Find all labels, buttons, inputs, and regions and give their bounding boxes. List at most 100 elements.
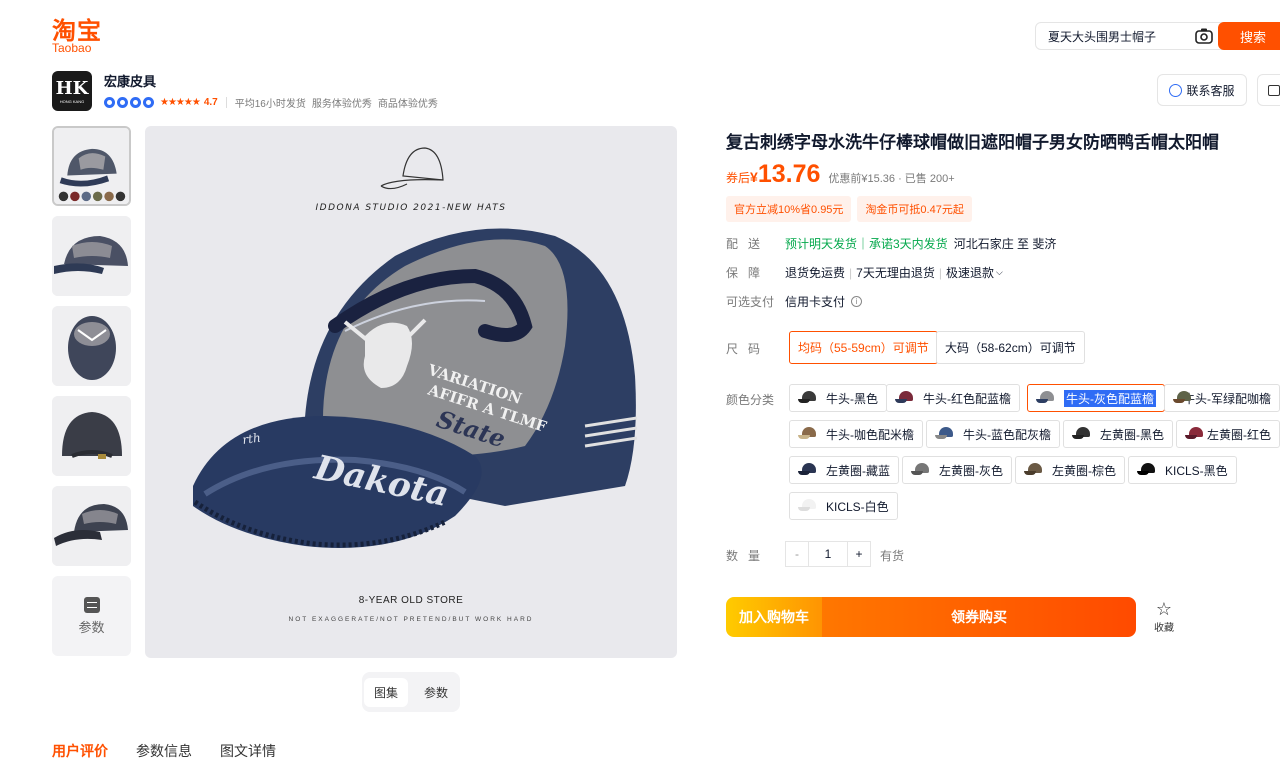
image-slogan-line: NOT EXAGGERATE/NOT PRETEND/BUT WORK HARD xyxy=(288,616,534,623)
star-icon: ☆ xyxy=(1155,599,1173,619)
size-label-row: 尺码 xyxy=(726,340,785,357)
color-label: 颜色分类 xyxy=(726,393,775,407)
chevron-down-icon[interactable]: ⌵ xyxy=(996,267,1003,278)
shop-meta: ★★★★★ 4.7 平均16小时发货 服务体验优秀 商品体验优秀 xyxy=(104,95,444,110)
taobao-logo[interactable]: 淘宝 Taobao xyxy=(52,18,112,54)
search-bar: 搜索 xyxy=(1035,22,1280,50)
detail-tabs: 用户评价 参数信息 图文详情 xyxy=(52,741,276,761)
delivery-row: 配送 预计明天发货｜承诺3天内发货 河北石家庄 至 斐济 xyxy=(726,235,1056,252)
shop-logo[interactable]: HK HONG KANG xyxy=(52,71,92,111)
color-option-label: KICLS-黑色 xyxy=(1165,463,1228,478)
coupon-badge[interactable]: 淘金币可抵0.47元起 xyxy=(857,196,972,222)
hat-thumb-icon xyxy=(798,498,820,514)
contact-service-button[interactable]: 联系客服 xyxy=(1157,74,1247,106)
color-option[interactable]: 牛头-蓝色配灰檐 xyxy=(926,420,1060,448)
tab-gallery[interactable]: 图集 xyxy=(363,677,408,707)
color-option[interactable]: 左黄圈-黑色 xyxy=(1063,420,1173,448)
coupon-badge[interactable]: 官方立减10%省0.95元 xyxy=(726,196,852,222)
guarantee-item[interactable]: 极速退款 xyxy=(946,264,994,281)
shop-rating: 4.7 xyxy=(203,97,218,108)
info-icon[interactable]: i xyxy=(851,296,863,307)
color-option[interactable]: 左黄圈-红色 xyxy=(1176,420,1280,448)
color-option-label: 牛头-灰色配蓝檐 xyxy=(1064,389,1156,407)
color-option[interactable]: KICLS-白色 xyxy=(789,492,898,520)
thumbnail-3[interactable] xyxy=(52,306,131,386)
payment-label: 可选支付 xyxy=(726,295,775,309)
price-prefix: 券后 xyxy=(726,171,751,185)
stock-status: 有货 xyxy=(880,549,905,563)
color-option-label: KICLS-白色 xyxy=(826,499,889,514)
camera-icon[interactable] xyxy=(1194,27,1214,45)
hat-thumb-icon xyxy=(1173,390,1191,406)
color-option-label: 牛头-军绿配咖檐 xyxy=(1183,391,1271,406)
shop-more-button[interactable] xyxy=(1257,74,1280,106)
color-option-label: 左黄圈-灰色 xyxy=(939,463,1003,478)
color-option-label: 左黄圈-黑色 xyxy=(1100,427,1164,442)
color-option[interactable]: 左黄圈-棕色 xyxy=(1015,456,1125,484)
search-input[interactable] xyxy=(1048,29,1198,43)
favorite-button[interactable]: ☆ 收藏 xyxy=(1153,599,1175,634)
buy-with-coupon-button[interactable]: 领券购买 xyxy=(822,597,1136,637)
quantity-label: 数量 xyxy=(726,549,771,563)
params-thumbnail[interactable]: 参数 xyxy=(52,576,131,656)
color-option-label: 牛头-红色配蓝檐 xyxy=(923,391,1011,406)
color-option[interactable]: 牛头-咖色配米檐 xyxy=(789,420,923,448)
params-thumbnail-label: 参数 xyxy=(78,619,105,635)
price-currency: ¥ xyxy=(750,169,758,185)
size-option[interactable]: 大码（58-62cm）可调节 xyxy=(936,331,1085,364)
color-option[interactable]: KICLS-黑色 xyxy=(1128,456,1237,484)
divider: | xyxy=(849,265,853,280)
hat-thumb-icon xyxy=(798,390,820,406)
color-option[interactable]: 牛头-黑色 xyxy=(789,384,887,412)
search-button[interactable]: 搜索 xyxy=(1218,22,1280,50)
divider xyxy=(225,97,227,108)
color-option[interactable]: 左黄圈-藏蓝 xyxy=(789,456,899,484)
image-brand-line: IDDONA STUDIO 2021-NEW HATS xyxy=(315,203,507,213)
hat-thumb-icon xyxy=(798,426,820,442)
hat-thumb-icon xyxy=(935,426,957,442)
thumbnail-list: 参数 xyxy=(52,126,131,656)
delivery-route[interactable]: 河北石家庄 至 斐济 xyxy=(954,235,1057,252)
size-option-selected[interactable]: 均码（55-59cm）可调节 xyxy=(789,331,938,364)
contact-service-label: 联系客服 xyxy=(1186,83,1235,98)
logo-en: Taobao xyxy=(52,41,92,55)
tab-reviews[interactable]: 用户评价 xyxy=(52,741,108,761)
shop-name[interactable]: 宏康皮具 xyxy=(104,71,156,90)
shop-logo-text: HK xyxy=(55,77,89,99)
hat-thumb-icon xyxy=(798,462,820,478)
svg-text:rth: rth xyxy=(241,431,261,447)
main-product-image[interactable]: VARIATION AFIFR A TLMF State Dakota rth … xyxy=(145,126,677,658)
color-option-label: 左黄圈-藏蓝 xyxy=(826,463,890,478)
color-option-label: 牛头-咖色配米檐 xyxy=(826,427,914,442)
size-label: 尺码 xyxy=(726,342,771,356)
color-option[interactable]: 牛头-军绿配咖檐 xyxy=(1164,384,1280,412)
tab-params[interactable]: 参数 xyxy=(414,678,458,707)
hat-thumb-icon xyxy=(895,390,917,406)
thumbnail-2[interactable] xyxy=(52,216,131,296)
tab-details[interactable]: 图文详情 xyxy=(220,741,276,761)
guarantee-item: 退货免运费 xyxy=(785,266,846,280)
add-to-cart-button[interactable]: 加入购物车 xyxy=(726,597,822,637)
gallery-view-tabs: 图集 参数 xyxy=(362,672,460,712)
thumbnail-1[interactable] xyxy=(52,126,131,206)
thumbnail-5[interactable] xyxy=(52,486,131,566)
divider: | xyxy=(938,265,942,280)
color-option[interactable]: 牛头-红色配蓝檐 xyxy=(886,384,1020,412)
price-value: 13.76 xyxy=(757,160,821,188)
color-option-selected[interactable]: 牛头-灰色配蓝檐 xyxy=(1027,384,1165,412)
shop-meta-item: 平均16小时发货 xyxy=(234,99,306,110)
params-icon xyxy=(83,596,100,613)
product-title: 复古刺绣字母水洗牛仔棒球帽做旧遮阳帽子男女防晒鸭舌帽太阳帽 xyxy=(726,133,1219,152)
quantity-input[interactable]: 1 xyxy=(809,541,847,567)
thumbnail-4[interactable] xyxy=(52,396,131,476)
quantity-minus-button[interactable]: - xyxy=(785,541,809,567)
original-price-sales: 优惠前¥15.36 · 已售 200+ xyxy=(828,173,955,185)
tab-parameters[interactable]: 参数信息 xyxy=(136,741,192,761)
color-option-label: 牛头-黑色 xyxy=(826,391,878,406)
image-store-line: 8-YEAR OLD STORE xyxy=(358,595,464,606)
color-option[interactable]: 左黄圈-灰色 xyxy=(902,456,1012,484)
hat-thumb-icon xyxy=(911,462,933,478)
delivery-label: 配送 xyxy=(726,237,771,251)
quantity-plus-button[interactable]: + xyxy=(847,541,871,567)
color-option-label: 牛头-蓝色配灰檐 xyxy=(963,427,1051,442)
